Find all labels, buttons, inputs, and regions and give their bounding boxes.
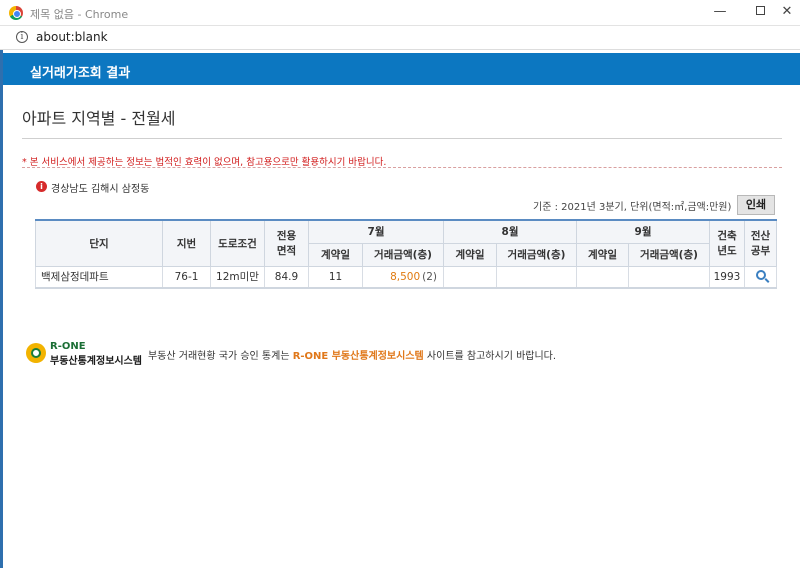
header-built-line1: 건축 — [717, 230, 737, 243]
close-button[interactable]: ✕ — [772, 2, 800, 22]
address-bar[interactable] — [0, 26, 800, 50]
header-month-8: 8월 — [443, 219, 577, 244]
cell-ledger[interactable] — [744, 265, 777, 289]
window-titlebar: 제목 없음 - Chrome — ✕ — [0, 0, 800, 26]
cell-m7-price: 8,500 (2) — [362, 265, 444, 289]
cell-m9-price — [628, 265, 710, 289]
print-button[interactable]: 인쇄 — [737, 195, 775, 215]
title-divider — [22, 138, 782, 139]
cell-built-year: 1993 — [709, 265, 745, 289]
header-built-line2: 년도 — [717, 245, 737, 258]
header-complex: 단지 — [35, 219, 163, 267]
search-icon[interactable] — [755, 270, 766, 281]
maximize-button[interactable] — [745, 2, 775, 22]
header-ledger-line2: 공부 — [750, 245, 771, 258]
maximize-icon — [755, 6, 765, 15]
chrome-logo-icon — [9, 6, 23, 20]
header-area-line2: 면적 — [276, 245, 297, 258]
r-one-logo[interactable]: R-ONE 부동산통계정보시스템 — [26, 341, 166, 367]
footer-text-after: 사이트를 참고하시기 바랍니다. — [423, 351, 557, 362]
r-one-logo-icon — [26, 343, 46, 363]
url-text[interactable]: about:blank — [36, 30, 108, 44]
table-row: 백제삼정데파트 76-1 12m미만 84.9 11 8,500 (2) 1993 — [35, 265, 777, 289]
minimize-button[interactable]: — — [705, 2, 735, 22]
header-ledger-line1: 전산 — [750, 230, 771, 243]
cell-lot: 76-1 — [162, 265, 211, 289]
page-title: 아파트 지역별 - 전월세 — [22, 109, 176, 128]
header-road: 도로조건 — [210, 219, 265, 267]
transaction-table: 단지 지번 도로조건 전용면적 7월 8월 9월 건축년도 전산공부 계약일 거… — [35, 219, 777, 289]
info-icon[interactable]: i — [16, 31, 28, 43]
header-m8-contract-day: 계약일 — [443, 242, 497, 267]
header-m7-amount: 거래금액(층) — [362, 242, 444, 267]
header-month-7: 7월 — [308, 219, 444, 244]
m7-price-value: 8,500 — [390, 270, 421, 283]
m7-floor-value: (2) — [422, 270, 437, 283]
r-one-logo-ko: 부동산통계정보시스템 — [50, 356, 142, 367]
cell-m8-price — [496, 265, 577, 289]
cell-m8-day — [443, 265, 497, 289]
header-title: 실거래가조회 결과 — [30, 66, 131, 81]
header-ledger: 전산공부 — [744, 219, 777, 267]
basis-unit-text: 기준 : 2021년 3분기, 단위(면적:㎡,금액:만원) — [533, 202, 732, 213]
cell-road: 12m미만 — [210, 265, 265, 289]
cell-complex: 백제삼정데파트 — [35, 265, 163, 289]
header-m7-contract-day: 계약일 — [308, 242, 363, 267]
header-built-year: 건축년도 — [709, 219, 745, 267]
header-month-9: 9월 — [576, 219, 710, 244]
header-area: 전용면적 — [264, 219, 309, 267]
footer-text-before: 부동산 거래현황 국가 승인 통계는 — [148, 351, 293, 362]
cell-m9-day — [576, 265, 629, 289]
header-lot: 지번 — [162, 219, 211, 267]
footer-r-one-link[interactable]: R-ONE 부동산통계정보시스템 — [293, 351, 424, 362]
notice-divider — [22, 167, 782, 168]
header-m9-contract-day: 계약일 — [576, 242, 629, 267]
legal-notice: * 본 서비스에서 제공하는 정보는 법적인 효력이 없으며, 참고용으로만 활… — [22, 157, 387, 168]
location-label: 경상남도 김해시 삼정동 — [51, 184, 150, 195]
location-info-icon: i — [36, 181, 47, 192]
cell-area: 84.9 — [264, 265, 309, 289]
header-m9-amount: 거래금액(층) — [628, 242, 710, 267]
header-m8-amount: 거래금액(층) — [496, 242, 577, 267]
footer-notice: 부동산 거래현황 국가 승인 통계는 R-ONE 부동산통계정보시스템 사이트를… — [148, 347, 556, 362]
cell-m7-day: 11 — [308, 265, 363, 289]
header-area-line1: 전용 — [276, 230, 297, 243]
r-one-logo-en: R-ONE — [50, 341, 86, 352]
window-title: 제목 없음 - Chrome — [30, 8, 129, 21]
